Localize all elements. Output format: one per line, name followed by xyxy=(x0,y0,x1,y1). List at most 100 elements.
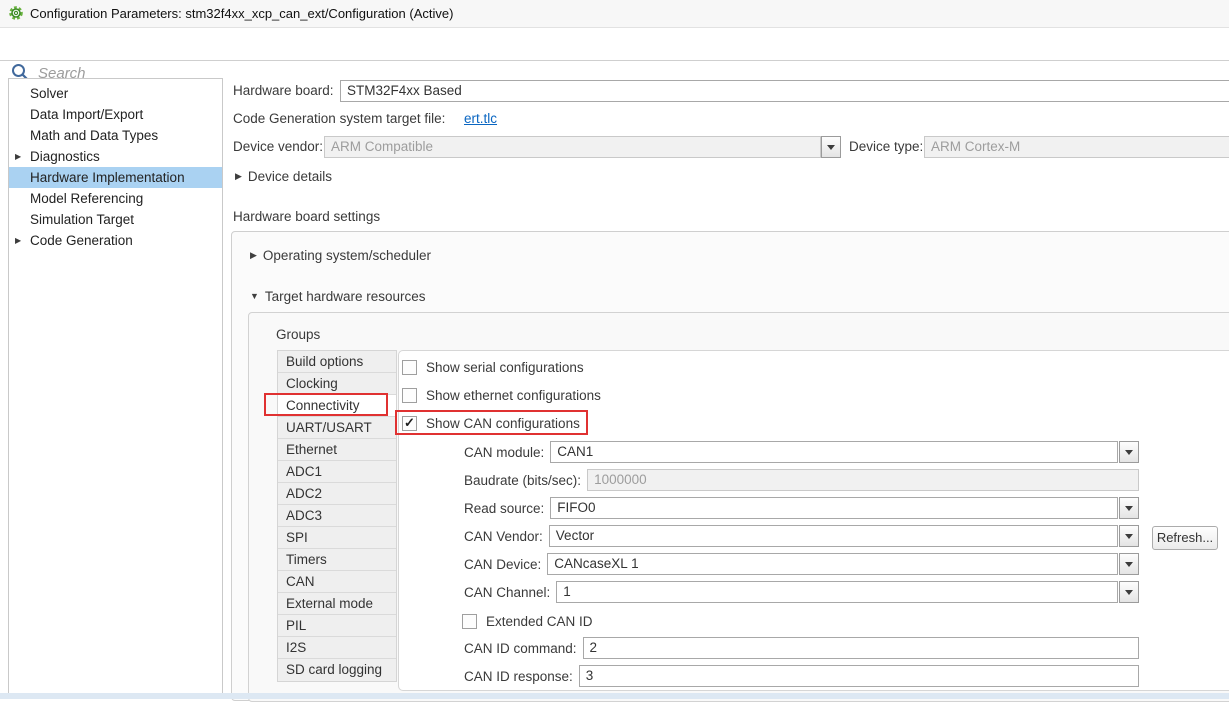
sidebar-item-simulation-target[interactable]: Simulation Target xyxy=(9,209,222,230)
can-id-command-row: CAN ID command: 2 xyxy=(464,637,1139,659)
group-item-timers[interactable]: Timers xyxy=(278,549,396,571)
sidebar-item-data-import-export[interactable]: Data Import/Export xyxy=(9,104,222,125)
chevron-down-icon xyxy=(1125,506,1133,511)
can-module-label: CAN module: xyxy=(464,445,544,460)
can-device-dropdown-button[interactable] xyxy=(1119,553,1139,575)
dialog-bottom-strip xyxy=(0,693,1229,699)
section-label: Target hardware resources xyxy=(265,289,426,304)
can-vendor-dropdown-button[interactable] xyxy=(1119,525,1139,547)
sidebar-item-label: Solver xyxy=(30,86,68,101)
expand-arrow-icon[interactable]: ▶ xyxy=(15,236,30,245)
sidebar-item-label: Diagnostics xyxy=(30,149,100,164)
device-details-toggle[interactable]: ▶ Device details xyxy=(235,166,332,186)
expanded-arrow-icon: ▼ xyxy=(250,291,259,301)
group-item-ethernet[interactable]: Ethernet xyxy=(278,439,396,461)
refresh-button[interactable]: Refresh... xyxy=(1152,526,1218,550)
baudrate-label: Baudrate (bits/sec): xyxy=(464,473,581,488)
window-title: Configuration Parameters: stm32f4xx_xcp_… xyxy=(30,0,453,27)
group-item-i2s[interactable]: I2S xyxy=(278,637,396,659)
sidebar-item-label: Model Referencing xyxy=(30,191,143,206)
device-details-label: Device details xyxy=(248,169,332,184)
can-channel-field[interactable]: 1 xyxy=(556,581,1118,603)
can-module-row: CAN module: CAN1 xyxy=(464,441,1139,463)
read-source-field[interactable]: FIFO0 xyxy=(550,497,1118,519)
chevron-down-icon xyxy=(1125,590,1133,595)
sidebar-item-label: Code Generation xyxy=(30,233,133,248)
extended-can-id-row: Extended CAN ID xyxy=(462,610,593,632)
can-channel-row: CAN Channel:1 xyxy=(464,581,1139,603)
can-id-response-row: CAN ID response: 3 xyxy=(464,665,1139,687)
chevron-down-icon xyxy=(1125,534,1133,539)
device-vendor-dropdown-button[interactable] xyxy=(821,136,841,158)
group-item-adc1[interactable]: ADC1 xyxy=(278,461,396,483)
show-serial-configurations-label: Show serial configurations xyxy=(426,360,584,375)
groups-label: Groups xyxy=(276,325,320,345)
can-vendor-label: CAN Vendor: xyxy=(464,529,543,544)
can-id-response-label: CAN ID response: xyxy=(464,669,573,684)
can-id-command-label: CAN ID command: xyxy=(464,641,577,656)
sidebar-item-label: Math and Data Types xyxy=(30,128,158,143)
hardware-board-field[interactable]: STM32F4xx Based xyxy=(340,80,1229,102)
read-source-label: Read source: xyxy=(464,501,544,516)
sidebar-item-code-generation[interactable]: ▶Code Generation xyxy=(9,230,222,251)
can-id-response-field[interactable]: 3 xyxy=(579,665,1139,687)
baudrate-row: Baudrate (bits/sec): 1000000 xyxy=(464,469,1139,491)
can-channel-dropdown-button[interactable] xyxy=(1119,581,1139,603)
annotation-box-connectivity xyxy=(264,393,388,416)
can-id-command-field[interactable]: 2 xyxy=(583,637,1139,659)
sidebar-item-model-referencing[interactable]: Model Referencing xyxy=(9,188,222,209)
sidebar-item-diagnostics[interactable]: ▶Diagnostics xyxy=(9,146,222,167)
board-settings-title: Hardware board settings xyxy=(233,207,380,227)
can-vendor-field[interactable]: Vector xyxy=(549,525,1118,547)
annotation-box-show-can-configurations xyxy=(395,410,588,435)
group-item-external-mode[interactable]: External mode xyxy=(278,593,396,615)
window-titlebar: Configuration Parameters: stm32f4xx_xcp_… xyxy=(0,0,1229,28)
device-type-label: Device type: xyxy=(849,136,923,158)
group-item-uart-usart[interactable]: UART/USART xyxy=(278,417,396,439)
settings-category-tree: Solver Data Import/Export Math and Data Ty… xyxy=(8,78,223,699)
can-module-dropdown-button[interactable] xyxy=(1119,441,1139,463)
show-ethernet-configurations-row: Show ethernet configurations xyxy=(402,384,601,406)
show-ethernet-configurations-checkbox[interactable] xyxy=(402,388,417,403)
baudrate-field: 1000000 xyxy=(587,469,1139,491)
configuration-gear-icon xyxy=(8,5,24,21)
extended-can-id-checkbox[interactable] xyxy=(462,614,477,629)
group-item-build-options[interactable]: Build options xyxy=(278,351,396,373)
group-item-sd-card-logging[interactable]: SD card logging xyxy=(278,659,396,681)
device-vendor-field: ARM Compatible xyxy=(324,136,821,158)
sidebar-item-label: Data Import/Export xyxy=(30,107,143,122)
target-hardware-resources-toggle[interactable]: ▼ Target hardware resources xyxy=(250,286,426,306)
hardware-board-label: Hardware board: xyxy=(233,80,334,102)
chevron-down-icon xyxy=(827,145,835,150)
operating-system-scheduler-toggle[interactable]: ▶ Operating system/scheduler xyxy=(250,245,431,265)
group-item-pil[interactable]: PIL xyxy=(278,615,396,637)
group-item-spi[interactable]: SPI xyxy=(278,527,396,549)
can-device-label: CAN Device: xyxy=(464,557,541,572)
can-vendor-row: CAN Vendor: Vector xyxy=(464,525,1139,547)
section-label: Operating system/scheduler xyxy=(263,248,431,263)
extended-can-id-label: Extended CAN ID xyxy=(486,614,593,629)
expand-arrow-icon[interactable]: ▶ xyxy=(15,152,30,161)
sidebar-item-solver[interactable]: Solver xyxy=(9,83,222,104)
sidebar-item-hardware-implementation[interactable]: Hardware Implementation xyxy=(9,167,222,188)
group-item-adc2[interactable]: ADC2 xyxy=(278,483,396,505)
group-item-clocking[interactable]: Clocking xyxy=(278,373,396,395)
can-device-row: CAN Device: CANcaseXL 1 xyxy=(464,553,1139,575)
read-source-dropdown-button[interactable] xyxy=(1119,497,1139,519)
device-type-field: ARM Cortex-M xyxy=(924,136,1229,158)
collapsed-arrow-icon: ▶ xyxy=(250,250,257,261)
sidebar-item-label: Simulation Target xyxy=(30,212,134,227)
group-item-can[interactable]: CAN xyxy=(278,571,396,593)
sidebar-item-math-and-data-types[interactable]: Math and Data Types xyxy=(9,125,222,146)
target-file-label: Code Generation system target file: xyxy=(233,108,445,130)
show-serial-configurations-checkbox[interactable] xyxy=(402,360,417,375)
can-module-field[interactable]: CAN1 xyxy=(550,441,1118,463)
show-serial-configurations-row: Show serial configurations xyxy=(402,356,584,378)
sidebar-item-label: Hardware Implementation xyxy=(30,170,185,185)
collapsed-arrow-icon: ▶ xyxy=(235,171,242,182)
group-item-adc3[interactable]: ADC3 xyxy=(278,505,396,527)
target-file-link[interactable]: ert.tlc xyxy=(464,108,497,130)
chevron-down-icon xyxy=(1125,562,1133,567)
can-device-field[interactable]: CANcaseXL 1 xyxy=(547,553,1118,575)
chevron-down-icon xyxy=(1125,450,1133,455)
